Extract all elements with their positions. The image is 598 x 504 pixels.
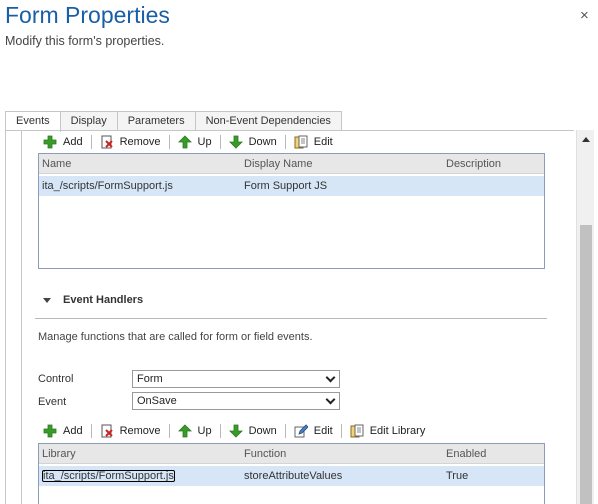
handler-toolbar: Add Remove Up Down Edit Edit Library bbox=[37, 420, 431, 442]
column-header-enabled[interactable]: Enabled bbox=[443, 448, 543, 460]
add-icon bbox=[43, 135, 57, 149]
handler-library-cell: ita_/scripts/FormSupport.js bbox=[42, 470, 175, 482]
column-header-display-name[interactable]: Display Name bbox=[241, 158, 443, 170]
remove-label: Remove bbox=[119, 425, 161, 437]
toolbar-separator bbox=[168, 424, 170, 438]
edit-document-icon bbox=[294, 135, 308, 149]
table-row[interactable]: ita_/scripts/FormSupport.js storeAttribu… bbox=[39, 466, 544, 486]
library-toolbar: Add Remove Up Down Edit bbox=[37, 131, 339, 153]
down-label: Down bbox=[248, 136, 277, 148]
edit-document-icon bbox=[350, 424, 364, 438]
close-icon: × bbox=[580, 7, 589, 24]
down-handler-button[interactable]: Down bbox=[223, 421, 283, 441]
edit-library-label: Edit Library bbox=[369, 425, 426, 437]
edit-handler-button[interactable]: Edit bbox=[288, 421, 339, 441]
dialog-title: Form Properties bbox=[5, 2, 170, 28]
dialog-subtitle: Modify this form's properties. bbox=[5, 34, 165, 48]
remove-icon bbox=[100, 424, 114, 438]
event-label: Event bbox=[38, 396, 67, 408]
edit-label: Edit bbox=[313, 136, 333, 148]
section-divider bbox=[21, 131, 22, 504]
vertical-scrollbar[interactable] bbox=[576, 130, 594, 504]
handler-enabled-cell: True bbox=[446, 470, 469, 482]
up-handler-button[interactable]: Up bbox=[172, 421, 218, 441]
arrow-down-icon bbox=[228, 135, 243, 149]
edit-library-button[interactable]: Edit bbox=[288, 132, 339, 152]
up-label: Up bbox=[197, 136, 212, 148]
toolbar-separator bbox=[219, 424, 221, 438]
handler-grid-header: Library Function Enabled bbox=[39, 444, 544, 464]
toolbar-separator bbox=[90, 135, 92, 149]
arrow-up-icon bbox=[177, 424, 192, 438]
add-label: Add bbox=[63, 425, 83, 437]
column-header-name[interactable]: Name bbox=[39, 158, 241, 170]
scroll-up-arrow-icon[interactable] bbox=[577, 130, 595, 148]
remove-library-button[interactable]: Remove bbox=[94, 132, 167, 152]
library-grid-header: Name Display Name Description bbox=[39, 154, 544, 174]
arrow-down-icon bbox=[228, 424, 243, 438]
event-handlers-heading: Event Handlers bbox=[63, 294, 144, 306]
column-header-description[interactable]: Description bbox=[443, 158, 543, 170]
remove-label: Remove bbox=[119, 136, 161, 148]
collapse-triangle-icon bbox=[43, 297, 51, 303]
add-handler-button[interactable]: Add bbox=[37, 421, 89, 441]
handler-function-cell: storeAttributeValues bbox=[244, 470, 343, 482]
handler-grid: Library Function Enabled ita_/scripts/Fo… bbox=[38, 443, 545, 504]
toolbar-separator bbox=[284, 135, 286, 149]
event-handlers-toggle[interactable]: Event Handlers bbox=[43, 294, 143, 306]
tab-non-event-dependencies[interactable]: Non-Event Dependencies bbox=[194, 111, 342, 131]
remove-handler-button[interactable]: Remove bbox=[94, 421, 167, 441]
remove-icon bbox=[100, 135, 114, 149]
down-label: Down bbox=[248, 425, 277, 437]
arrow-up-icon bbox=[177, 135, 192, 149]
add-library-button[interactable]: Add bbox=[37, 132, 89, 152]
up-library-button[interactable]: Up bbox=[172, 132, 218, 152]
add-icon bbox=[43, 424, 57, 438]
tab-parameters[interactable]: Parameters bbox=[116, 111, 196, 131]
event-select[interactable]: OnSave bbox=[132, 392, 340, 410]
edit-label: Edit bbox=[313, 425, 333, 437]
down-library-button[interactable]: Down bbox=[223, 132, 283, 152]
toolbar-separator bbox=[168, 135, 170, 149]
close-button[interactable]: × bbox=[580, 8, 589, 24]
edit-pencil-icon bbox=[294, 424, 309, 438]
add-label: Add bbox=[63, 136, 83, 148]
toolbar-separator bbox=[219, 135, 221, 149]
control-label: Control bbox=[38, 373, 74, 385]
column-header-library[interactable]: Library bbox=[39, 448, 241, 460]
tab-bar: Events Display Parameters Non-Event Depe… bbox=[5, 111, 342, 132]
chevron-down-icon bbox=[325, 394, 336, 405]
control-select-value: Form bbox=[137, 373, 163, 385]
edit-library-button[interactable]: Edit Library bbox=[344, 421, 432, 441]
control-select[interactable]: Form bbox=[132, 370, 340, 388]
toolbar-separator bbox=[284, 424, 286, 438]
chevron-down-icon bbox=[325, 372, 336, 383]
section-rule bbox=[35, 318, 547, 319]
library-name-cell: ita_/scripts/FormSupport.js bbox=[42, 180, 173, 192]
scrollbar-thumb[interactable] bbox=[580, 225, 592, 504]
toolbar-separator bbox=[340, 424, 342, 438]
table-row[interactable]: ita_/scripts/FormSupport.js Form Support… bbox=[39, 176, 544, 196]
events-panel: Add Remove Up Down Edit Name Display Nam… bbox=[5, 130, 574, 504]
event-select-value: OnSave bbox=[137, 395, 177, 407]
tab-events[interactable]: Events bbox=[5, 111, 61, 132]
column-header-function[interactable]: Function bbox=[241, 448, 443, 460]
library-display-name-cell: Form Support JS bbox=[244, 180, 328, 192]
event-handlers-description: Manage functions that are called for for… bbox=[38, 331, 313, 343]
tab-display[interactable]: Display bbox=[59, 111, 118, 131]
up-label: Up bbox=[197, 425, 212, 437]
library-grid: Name Display Name Description ita_/scrip… bbox=[38, 153, 545, 269]
toolbar-separator bbox=[90, 424, 92, 438]
